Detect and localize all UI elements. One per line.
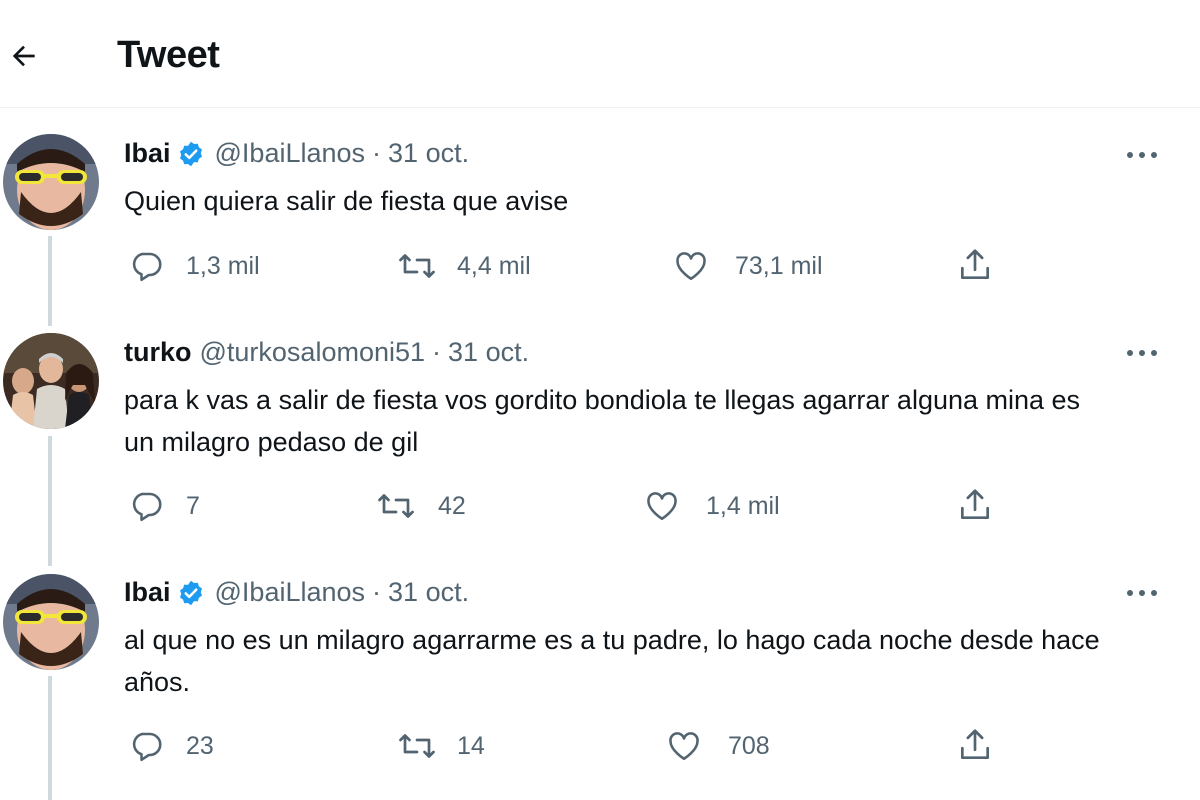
reply-icon	[132, 732, 162, 762]
tweet-date[interactable]: 31 oct.	[388, 577, 469, 608]
share-icon	[960, 729, 990, 760]
tweet-text: al que no es un milagro agarrarme es a t…	[124, 625, 1100, 697]
like-button[interactable]: 708	[666, 728, 770, 764]
more-dots-icon	[1127, 590, 1157, 596]
retweet-button[interactable]: 14	[397, 728, 485, 764]
meta-separator: ·	[372, 577, 382, 607]
reply-button[interactable]: 23	[128, 728, 214, 764]
retweet-icon	[399, 734, 435, 758]
verified-badge-icon	[177, 579, 205, 607]
ibai-avatar-image	[3, 574, 99, 670]
share-button[interactable]	[956, 726, 994, 764]
reply-count: 23	[186, 731, 214, 760]
more-options-button[interactable]	[1124, 578, 1160, 608]
author-handle[interactable]: @IbaiLlanos	[215, 577, 366, 608]
like-count: 708	[728, 731, 770, 760]
tweet-header: Ibai @IbaiLlanos · 31 oct.	[124, 577, 469, 608]
avatar-ibai[interactable]	[3, 574, 99, 670]
heart-icon	[669, 732, 699, 761]
author-name[interactable]: Ibai	[124, 577, 171, 608]
tweet: Ibai @IbaiLlanos · 31 oct. al que no es …	[0, 0, 1200, 800]
thread-connector	[48, 676, 52, 800]
tweet-thread-view: Tweet Ibai @IbaiLlanos · 31 oct. Quien q…	[0, 0, 1200, 800]
retweet-count: 14	[457, 731, 485, 760]
